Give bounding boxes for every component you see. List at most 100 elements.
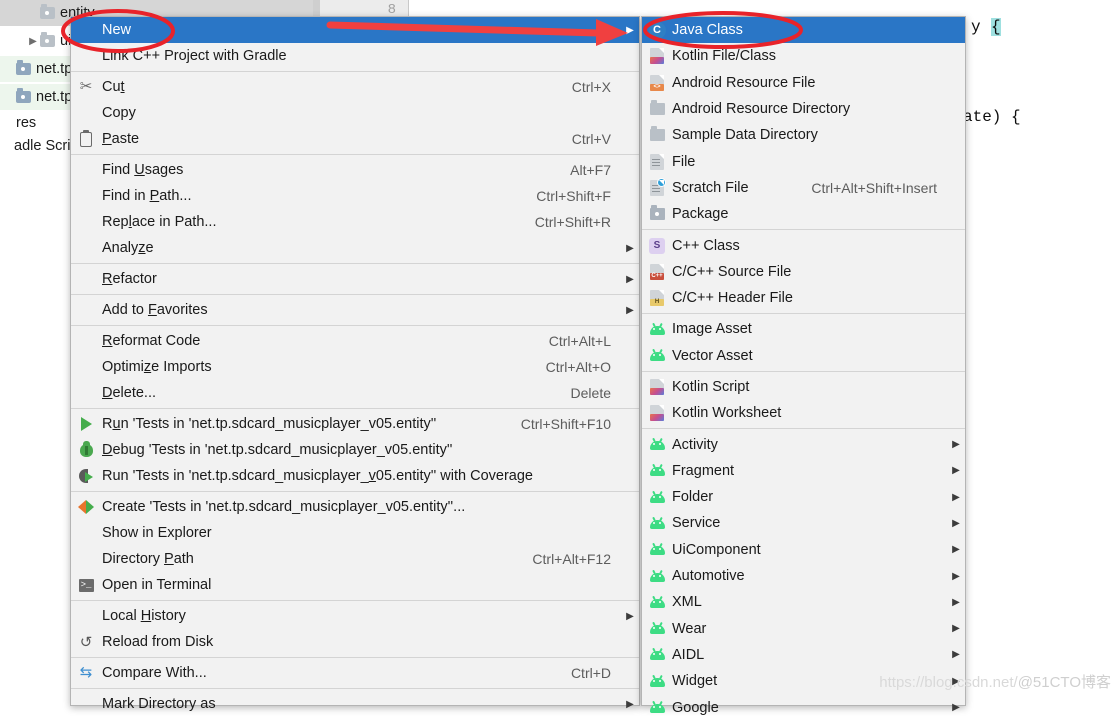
chevron-right-icon[interactable]: ▶: [26, 36, 40, 47]
menu-item-aidl[interactable]: AIDL ▶: [642, 642, 965, 668]
android-icon: [649, 700, 666, 714]
reload-icon: ↺: [79, 633, 93, 651]
menu-item-label: Wear: [672, 620, 707, 637]
menu-item-refactor[interactable]: Refactor ▶: [71, 266, 639, 292]
new-submenu[interactable]: Java Class Kotlin File/Class <> Android Res…: [641, 16, 966, 716]
clipboard-icon-slot: [71, 126, 101, 152]
menu-item-find-usages[interactable]: Find Usages Alt+F7: [71, 157, 639, 183]
menu-item-debug-tests-in-net-tp-sdcard-musicplayer[interactable]: Debug 'Tests in 'net.tp.sdcard_musicplay…: [71, 437, 639, 463]
menu-item-kotlin-file-class[interactable]: Kotlin File/Class: [642, 43, 965, 69]
folder-icon: [40, 32, 55, 47]
menu-item-local-history[interactable]: Local History ▶: [71, 603, 639, 629]
menu-item-add-to-favorites[interactable]: Add to Favorites ▶: [71, 297, 639, 323]
project-tool-window[interactable]: entity ▶ ui net.tp net.tp res adle Scrip: [0, 0, 366, 200]
android-icon: [649, 516, 666, 529]
menu-separator: [642, 370, 965, 372]
menu-item-find-in-path[interactable]: Find in Path... Ctrl+Shift+F: [71, 183, 639, 209]
chevron-right-icon: ▶: [952, 623, 960, 635]
menu-item-label: Scratch File: [672, 179, 749, 196]
chevron-right-icon: ▶: [952, 491, 960, 503]
menu-separator: [642, 229, 965, 231]
menu-item-show-in-explorer[interactable]: Show in Explorer: [71, 520, 639, 546]
chevron-right-icon: ▶: [626, 24, 634, 36]
menu-item-icon-slot: [71, 43, 101, 69]
menu-item-cut[interactable]: ✂ Cut Ctrl+X: [71, 74, 639, 100]
menu-separator: [71, 294, 639, 295]
menu-item-automotive[interactable]: Automotive ▶: [642, 563, 965, 589]
run-icon: [80, 417, 92, 431]
menu-item-activity[interactable]: Activity ▶: [642, 431, 965, 457]
menu-item-label: C/C++ Source File: [672, 263, 792, 280]
menu-item-file[interactable]: File: [642, 148, 965, 174]
menu-item-label: C/C++ Header File: [672, 290, 793, 307]
menu-item-reformat-code[interactable]: Reformat Code Ctrl+Alt+L: [71, 328, 639, 354]
reload-icon-slot: ↺: [71, 629, 101, 655]
menu-item-delete[interactable]: Delete... Delete: [71, 380, 639, 406]
menu-item-fragment[interactable]: Fragment ▶: [642, 458, 965, 484]
menu-item-service[interactable]: Service ▶: [642, 510, 965, 536]
code-editor[interactable]: y {ate) {: [963, 0, 1117, 706]
menu-item-reload-from-disk[interactable]: ↺ Reload from Disk: [71, 629, 639, 655]
menu-item-compare-with[interactable]: ⇆ Compare With... Ctrl+D: [71, 660, 639, 686]
menu-item-xml[interactable]: XML ▶: [642, 589, 965, 615]
chevron-right-icon: ▶: [626, 304, 634, 316]
menu-item-image-asset[interactable]: Image Asset: [642, 316, 965, 342]
menu-item-uicomponent[interactable]: UiComponent ▶: [642, 537, 965, 563]
menu-item-c-c-header-file[interactable]: H C/C++ Header File: [642, 285, 965, 311]
menu-item-package[interactable]: Package: [642, 201, 965, 227]
menu-item-new[interactable]: New ▶: [71, 17, 639, 43]
menu-item-c-class[interactable]: C++ Class: [642, 232, 965, 258]
menu-item-label: Run 'Tests in 'net.tp.sdcard_musicplayer…: [102, 468, 533, 484]
kotlin-file-icon-slot: [642, 374, 672, 400]
project-context-menu[interactable]: New ▶ Link C++ Project with Gradle ✂ Cut Ctrl…: [70, 16, 640, 712]
menu-item-open-in-terminal[interactable]: >_ Open in Terminal: [71, 572, 639, 598]
menu-item-icon-slot: [71, 17, 101, 43]
menu-separator: [642, 313, 965, 315]
menu-item-icon-slot: [71, 157, 101, 183]
menu-item-kotlin-script[interactable]: Kotlin Script: [642, 374, 965, 400]
menu-item-run-tests-in-net-tp-sdcard-musicplayer-v[interactable]: Run 'Tests in 'net.tp.sdcard_musicplayer…: [71, 411, 639, 437]
menu-item-java-class[interactable]: Java Class: [642, 17, 965, 44]
menu-item-scratch-file[interactable]: Scratch File Ctrl+Alt+Shift+Insert: [642, 175, 965, 201]
terminal-icon-slot: >_: [71, 572, 101, 598]
menu-item-android-resource-directory[interactable]: Android Resource Directory: [642, 96, 965, 122]
menu-item-optimize-imports[interactable]: Optimize Imports Ctrl+Alt+O: [71, 354, 639, 380]
chevron-right-icon: ▶: [626, 610, 634, 622]
scratch-file-icon-slot: [642, 175, 672, 201]
menu-separator: [71, 71, 639, 72]
tree-item-adle-scrip[interactable]: adle Scrip: [0, 133, 78, 159]
menu-item-label: Refactor: [102, 271, 157, 287]
menu-item-link-c-project-with-gradle[interactable]: Link C++ Project with Gradle: [71, 43, 639, 69]
menu-item-google[interactable]: Google ▶: [642, 694, 965, 720]
menu-item-label: UiComponent: [672, 541, 761, 558]
coverage-icon: [79, 469, 93, 483]
menu-item-sample-data-directory[interactable]: Sample Data Directory: [642, 122, 965, 148]
menu-item-replace-in-path[interactable]: Replace in Path... Ctrl+Shift+R: [71, 209, 639, 235]
menu-item-vector-asset[interactable]: Vector Asset: [642, 343, 965, 369]
menu-item-directory-path[interactable]: Directory Path Ctrl+Alt+F12: [71, 546, 639, 572]
java-class-icon-slot: [642, 17, 672, 43]
menu-item-analyze[interactable]: Analyze ▶: [71, 235, 639, 261]
menu-item-c-c-source-file[interactable]: C++ C/C++ Source File: [642, 259, 965, 285]
menu-item-shortcut: Ctrl+Alt+O: [545, 359, 611, 375]
menu-item-icon-slot: [71, 100, 101, 126]
menu-item-label: Find in Path...: [102, 188, 192, 204]
terminal-icon: >_: [78, 578, 94, 592]
menu-item-kotlin-worksheet[interactable]: Kotlin Worksheet: [642, 400, 965, 426]
tree-item-ui[interactable]: ▶ ui: [0, 28, 71, 54]
menu-item-icon-slot: [71, 183, 101, 209]
menu-separator: [71, 325, 639, 326]
menu-item-folder[interactable]: Folder ▶: [642, 484, 965, 510]
coverage-icon-slot: [71, 463, 101, 489]
menu-item-mark-directory-as[interactable]: Mark Directory as ▶: [71, 691, 639, 717]
menu-item-label: Paste: [102, 131, 140, 147]
menu-item-copy[interactable]: Copy: [71, 100, 639, 126]
menu-item-create-tests-in-net-tp-sdcard-musicplaye[interactable]: Create 'Tests in 'net.tp.sdcard_musicpla…: [71, 494, 639, 520]
menu-item-wear[interactable]: Wear ▶: [642, 616, 965, 642]
android-icon-slot: [642, 343, 672, 369]
menu-item-paste[interactable]: Paste Ctrl+V: [71, 126, 639, 152]
menu-item-android-resource-file[interactable]: <> Android Resource File: [642, 70, 965, 96]
folder-icon-slot: [642, 96, 672, 122]
android-icon: [649, 349, 666, 362]
menu-item-run-tests-in-net-tp-sdcard-musicplayer-v[interactable]: Run 'Tests in 'net.tp.sdcard_musicplayer…: [71, 463, 639, 489]
